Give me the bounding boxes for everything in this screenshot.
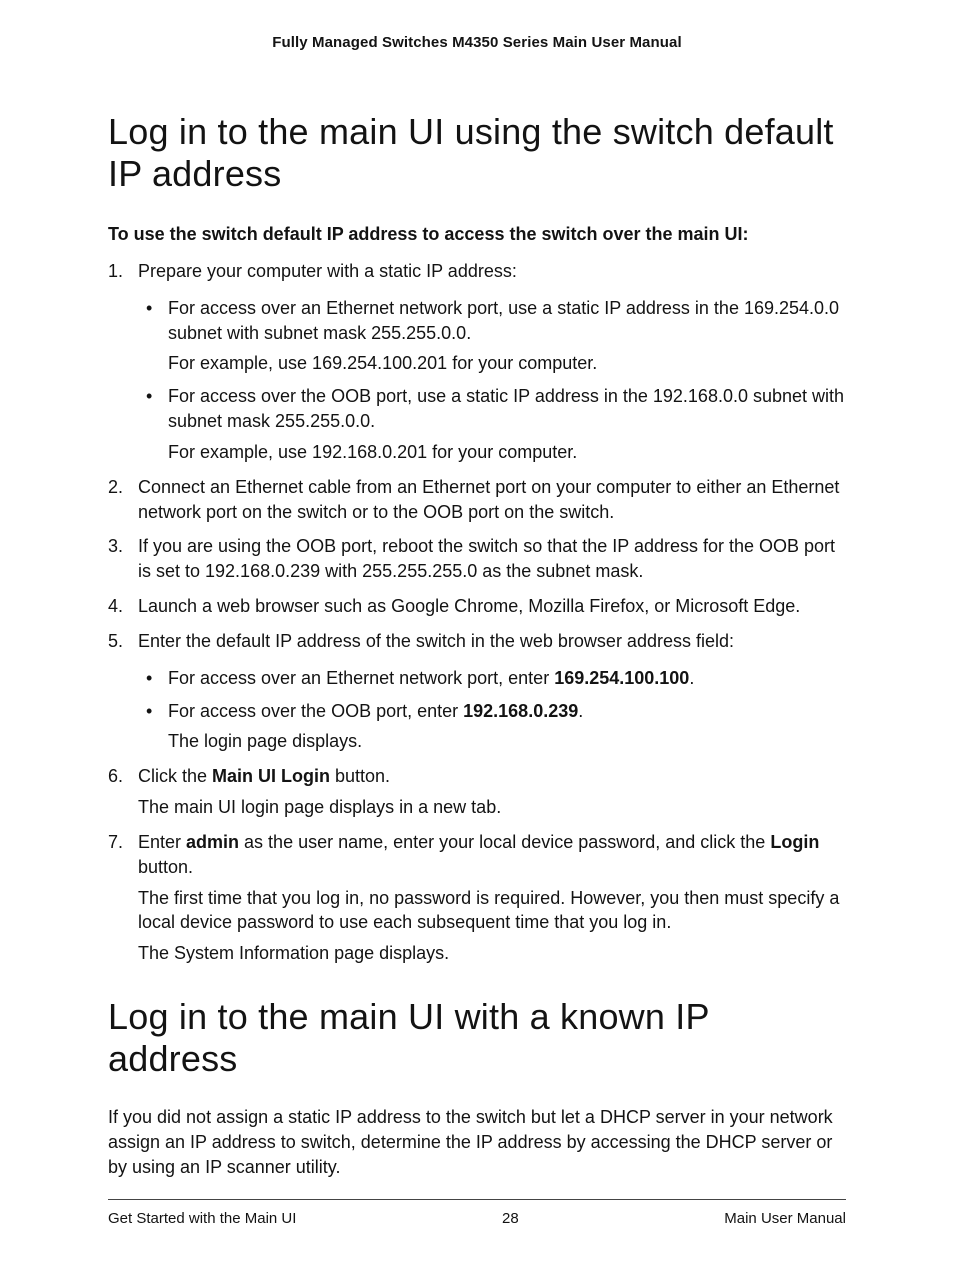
page-number: 28 [502,1210,519,1227]
intro-instruction: To use the switch default IP address to … [108,224,846,245]
step-1: Prepare your computer with a static IP a… [108,259,846,465]
bullet-follow: For example, use 169.254.100.201 for you… [168,351,846,376]
step-2: Connect an Ethernet cable from an Ethern… [108,475,846,525]
text-post: . [689,668,694,688]
step-text: If you are using the OOB port, reboot th… [138,536,835,581]
page-footer: Get Started with the Main UI 28 Main Use… [108,1210,846,1227]
section-title-default-ip: Log in to the main UI using the switch d… [108,111,846,196]
step-4: Launch a web browser such as Google Chro… [108,594,846,619]
step-3: If you are using the OOB port, reboot th… [108,534,846,584]
footer-divider [108,1199,846,1200]
text-pre: For access over an Ethernet network port… [168,668,554,688]
step-7: Enter admin as the user name, enter your… [108,830,846,966]
step-5-bullets: For access over an Ethernet network port… [138,666,846,754]
footer-right: Main User Manual [724,1210,846,1227]
step-text: Connect an Ethernet cable from an Ethern… [138,477,839,522]
bullet-follow: The login page displays. [168,729,846,754]
button-name-bold: Main UI Login [212,766,330,786]
text-mid: as the user name, enter your local devic… [239,832,770,852]
step-follow: The System Information page displays. [138,941,846,966]
step-text: Enter the default IP address of the swit… [138,631,734,651]
text-pre: Enter [138,832,186,852]
step-text: Prepare your computer with a static IP a… [138,261,517,281]
step-follow: The first time that you log in, no passw… [138,886,846,936]
bullet-text: For access over the OOB port, enter 192.… [168,701,583,721]
step-text: Launch a web browser such as Google Chro… [138,596,800,616]
text-post: . [578,701,583,721]
login-button-bold: Login [770,832,819,852]
text-pre: For access over the OOB port, enter [168,701,463,721]
body-paragraph: If you did not assign a static IP addres… [108,1105,846,1179]
step-1-bullets: For access over an Ethernet network port… [138,296,846,465]
document-header: Fully Managed Switches M4350 Series Main… [108,34,846,51]
list-item: For access over an Ethernet network port… [138,296,846,376]
step-5: Enter the default IP address of the swit… [108,629,846,754]
step-6: Click the Main UI Login button. The main… [108,764,846,820]
ip-address-bold: 192.168.0.239 [463,701,578,721]
step-text: Click the Main UI Login button. [138,766,390,786]
footer-left: Get Started with the Main UI [108,1210,296,1227]
text-post: button. [138,857,193,877]
bullet-follow: For example, use 192.168.0.201 for your … [168,440,846,465]
list-item: For access over the OOB port, enter 192.… [138,699,846,755]
bullet-text: For access over the OOB port, use a stat… [168,386,844,431]
bullet-text: For access over an Ethernet network port… [168,298,839,343]
list-item: For access over an Ethernet network port… [138,666,846,691]
step-text: Enter admin as the user name, enter your… [138,832,819,877]
section-title-known-ip: Log in to the main UI with a known IP ad… [108,996,846,1081]
ip-address-bold: 169.254.100.100 [554,668,689,688]
username-bold: admin [186,832,239,852]
step-follow: The main UI login page displays in a new… [138,795,846,820]
bullet-text: For access over an Ethernet network port… [168,668,694,688]
list-item: For access over the OOB port, use a stat… [138,384,846,464]
steps-list: Prepare your computer with a static IP a… [108,259,846,966]
text-post: button. [330,766,390,786]
text-pre: Click the [138,766,212,786]
